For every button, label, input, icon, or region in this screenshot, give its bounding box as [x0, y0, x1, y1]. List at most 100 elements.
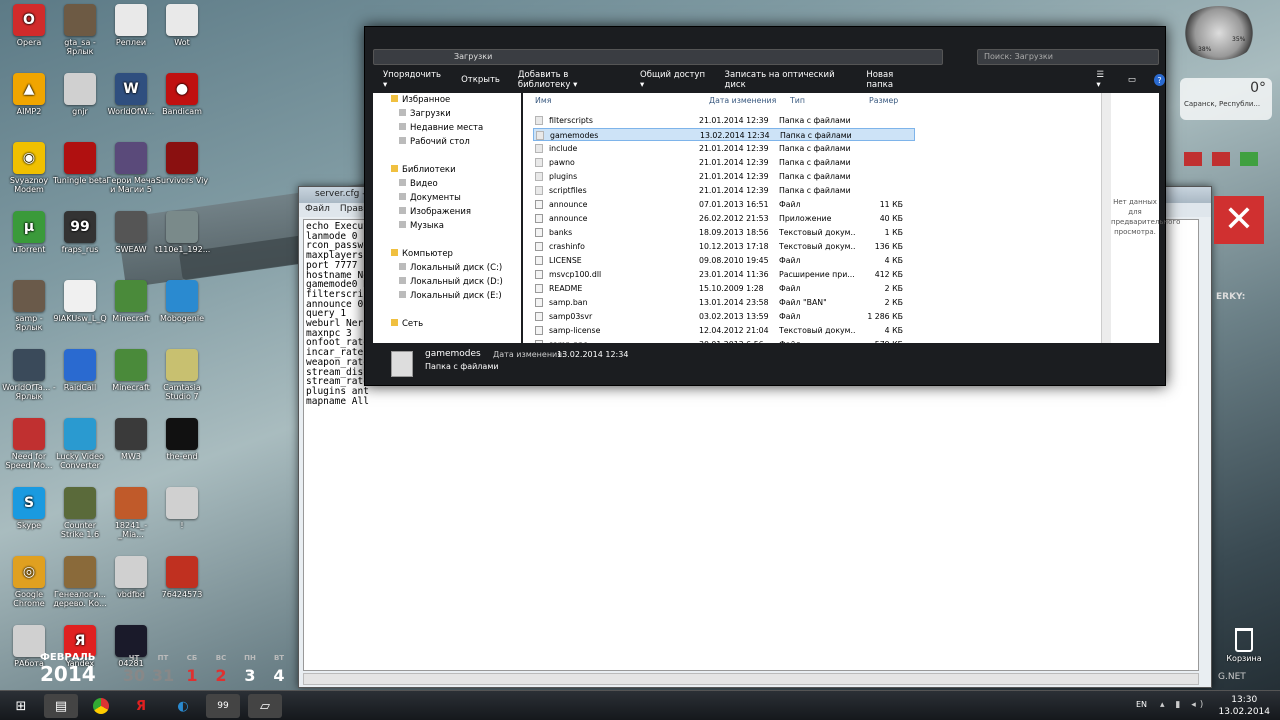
- nav-item[interactable]: Изображения: [373, 205, 521, 219]
- help-icon[interactable]: ?: [1153, 74, 1165, 86]
- desktop-icon[interactable]: Minecraft: [104, 280, 158, 323]
- desktop-icon[interactable]: W WorldOfW...: [104, 73, 158, 116]
- desktop-icon[interactable]: ◉ Svyaznoy Modem: [2, 142, 56, 194]
- nav-item[interactable]: Библиотеки: [373, 163, 521, 177]
- col-name[interactable]: Имя: [535, 96, 551, 105]
- address-bar[interactable]: Загрузки: [373, 49, 943, 65]
- desktop-icon[interactable]: Counter Strike 1.6: [53, 487, 107, 539]
- desktop-icon[interactable]: vbdfbd: [104, 556, 158, 599]
- clock[interactable]: 13:30 13.02.2014: [1218, 694, 1270, 718]
- file-row[interactable]: filterscripts 21.01.2014 12:39 Папка с фай…: [533, 114, 915, 127]
- file-row[interactable]: banks 18.09.2013 18:56 Текстовый докум... 1…: [533, 226, 915, 239]
- file-row[interactable]: pawno 21.01.2014 12:39 Папка с файлами: [533, 156, 915, 169]
- file-row[interactable]: plugins 21.01.2014 12:39 Папка с файлами: [533, 170, 915, 183]
- desktop-icon[interactable]: Lucky Video Converter: [53, 418, 107, 470]
- new-folder-button[interactable]: Новая папка: [866, 70, 918, 90]
- desktop-icon[interactable]: SWEAW: [104, 211, 158, 254]
- desktop-icon[interactable]: Survivors Viy: [155, 142, 209, 185]
- desktop-icon[interactable]: Camtasia Studio 7: [155, 349, 209, 401]
- desktop-icon[interactable]: t110e1_192...: [155, 211, 210, 254]
- nav-item[interactable]: Локальный диск (E:): [373, 289, 521, 303]
- file-row[interactable]: scriptfiles 21.01.2014 12:39 Папка с файла…: [533, 184, 915, 197]
- start-button[interactable]: ⊞: [4, 694, 38, 718]
- desktop-icon[interactable]: 99 fraps_rus: [53, 211, 107, 254]
- taskbar-notepad-icon[interactable]: ▱: [248, 694, 282, 718]
- taskbar-mobogenie-icon[interactable]: ◐: [166, 694, 200, 718]
- desktop-icon[interactable]: Генеалоги... дерево. Ко...: [53, 556, 107, 608]
- file-row[interactable]: announce 07.01.2013 16:51 Файл 11 КБ: [533, 198, 915, 211]
- file-list-scrollbar[interactable]: [1101, 93, 1111, 343]
- desktop-icon[interactable]: O Opera: [2, 4, 56, 47]
- desktop-icon[interactable]: Wot: [155, 4, 209, 47]
- share-button[interactable]: Общий доступ ▾: [640, 70, 706, 90]
- nav-item[interactable]: Документы: [373, 191, 521, 205]
- desktop-icon[interactable]: gnjr: [53, 73, 107, 116]
- file-row[interactable]: include 21.01.2014 12:39 Папка с файлами: [533, 142, 915, 155]
- desktop-icon[interactable]: µ uTorrent: [2, 211, 56, 254]
- desktop-icon[interactable]: S Skype: [2, 487, 56, 530]
- desktop-icon[interactable]: Герои Меча и Магии 5: [104, 142, 158, 194]
- file-row[interactable]: LICENSE 09.08.2010 19:45 Файл 4 КБ: [533, 254, 915, 267]
- view-options-icon[interactable]: ☰ ▾: [1096, 70, 1109, 90]
- burn-button[interactable]: Записать на оптический диск: [725, 70, 849, 90]
- recycle-bin[interactable]: Корзина: [1222, 628, 1266, 663]
- desktop-icon[interactable]: ▲ AIMP2: [2, 73, 56, 116]
- desktop-icon[interactable]: ● Bandicam: [155, 73, 209, 116]
- desktop-icon[interactable]: Реплеи: [104, 4, 158, 47]
- file-row[interactable]: gamemodes 13.02.2014 12:34 Папка с файлами: [533, 128, 915, 141]
- nav-item[interactable]: Недавние места: [373, 121, 521, 135]
- file-row[interactable]: README 15.10.2009 1:28 Файл 2 КБ: [533, 282, 915, 295]
- desktop-icon[interactable]: the-end: [155, 418, 209, 461]
- desktop-icon[interactable]: RaidCall: [53, 349, 107, 392]
- desktop-icon[interactable]: Need for Speed Mo...: [2, 418, 56, 470]
- file-row[interactable]: announce 26.02.2012 21:53 Приложение 40 КБ: [533, 212, 915, 225]
- notepad-hscrollbar[interactable]: [303, 673, 1199, 685]
- search-input[interactable]: Поиск: Загрузки: [977, 49, 1159, 65]
- desktop-icon[interactable]: ◎ Google Chrome: [2, 556, 56, 608]
- nav-item[interactable]: Рабочий стол: [373, 135, 521, 149]
- taskbar-explorer-icon[interactable]: ▤: [44, 694, 78, 718]
- taskbar-chrome-icon[interactable]: [84, 694, 118, 718]
- file-row[interactable]: samp.ban 13.01.2014 23:58 Файл "BAN" 2 КБ: [533, 296, 915, 309]
- desktop-icon[interactable]: samp - Ярлык: [2, 280, 56, 332]
- desktop-icon[interactable]: gta_sa - Ярлык: [53, 4, 107, 56]
- nav-item[interactable]: Избранное: [373, 93, 521, 107]
- desktop-icon[interactable]: Minecraft: [104, 349, 158, 392]
- col-size[interactable]: Размер: [869, 96, 898, 105]
- desktop-icon[interactable]: !: [155, 487, 209, 530]
- nav-item[interactable]: Видео: [373, 177, 521, 191]
- file-row[interactable]: samp-npc30.01.2013 6:56Файл579 КБ: [533, 338, 915, 343]
- nav-item[interactable]: Сеть: [373, 317, 521, 331]
- desktop-icon[interactable]: MW3: [104, 418, 158, 461]
- desktop-icon[interactable]: Tuningle beta: [53, 142, 107, 185]
- file-row[interactable]: crashinfo 10.12.2013 17:18 Текстовый докум…: [533, 240, 915, 253]
- organize-button[interactable]: Упорядочить ▾: [383, 70, 443, 90]
- taskbar-fraps-icon[interactable]: 99: [206, 694, 240, 718]
- col-date[interactable]: Дата изменения: [709, 96, 776, 105]
- taskbar-yandex-icon[interactable]: Я: [124, 694, 158, 718]
- nav-item[interactable]: Загрузки: [373, 107, 521, 121]
- details-pane: gamemodes Папка с файлами Дата изменения…: [373, 345, 1159, 381]
- file-row[interactable]: samp-license 12.04.2012 21:04 Текстовый до…: [533, 324, 915, 337]
- preview-pane-icon[interactable]: ▭: [1128, 75, 1136, 85]
- language-indicator[interactable]: EN: [1136, 700, 1147, 709]
- nav-item[interactable]: Локальный диск (C:): [373, 261, 521, 275]
- col-type[interactable]: Тип: [790, 96, 805, 105]
- nav-item[interactable]: Локальный диск (D:): [373, 275, 521, 289]
- nav-item[interactable]: Компьютер: [373, 247, 521, 261]
- explorer-window[interactable]: ◂ ▸ Загрузки Поиск: Загрузки Упорядочить…: [364, 26, 1180, 386]
- add-to-library-button[interactable]: Добавить в библиотеку ▾: [518, 70, 622, 90]
- file-row[interactable]: msvcp100.dll 23.01.2014 11:36 Расширение п…: [533, 268, 915, 281]
- desktop-icon[interactable]: 9IAKUsw_L_Q: [53, 280, 107, 323]
- desktop-icon[interactable]: 76424573: [155, 556, 209, 599]
- desktop-icon[interactable]: WorldOfTa... - Ярлык: [2, 349, 56, 401]
- desktop-icon[interactable]: Mobogenie: [155, 280, 209, 323]
- open-button[interactable]: Открыть: [461, 75, 500, 85]
- tray-icons[interactable]: ▴ ▮ ◂): [1160, 700, 1207, 710]
- menu-file[interactable]: Файл: [305, 204, 330, 216]
- file-icon: [535, 326, 543, 335]
- desktop-icon[interactable]: 18241_-_Mia...: [104, 487, 158, 539]
- nav-item[interactable]: Музыка: [373, 219, 521, 233]
- file-row[interactable]: samp03svr 03.02.2013 13:59 Файл 1 286 КБ: [533, 310, 915, 323]
- close-widget-icon[interactable]: ✕: [1214, 196, 1264, 244]
